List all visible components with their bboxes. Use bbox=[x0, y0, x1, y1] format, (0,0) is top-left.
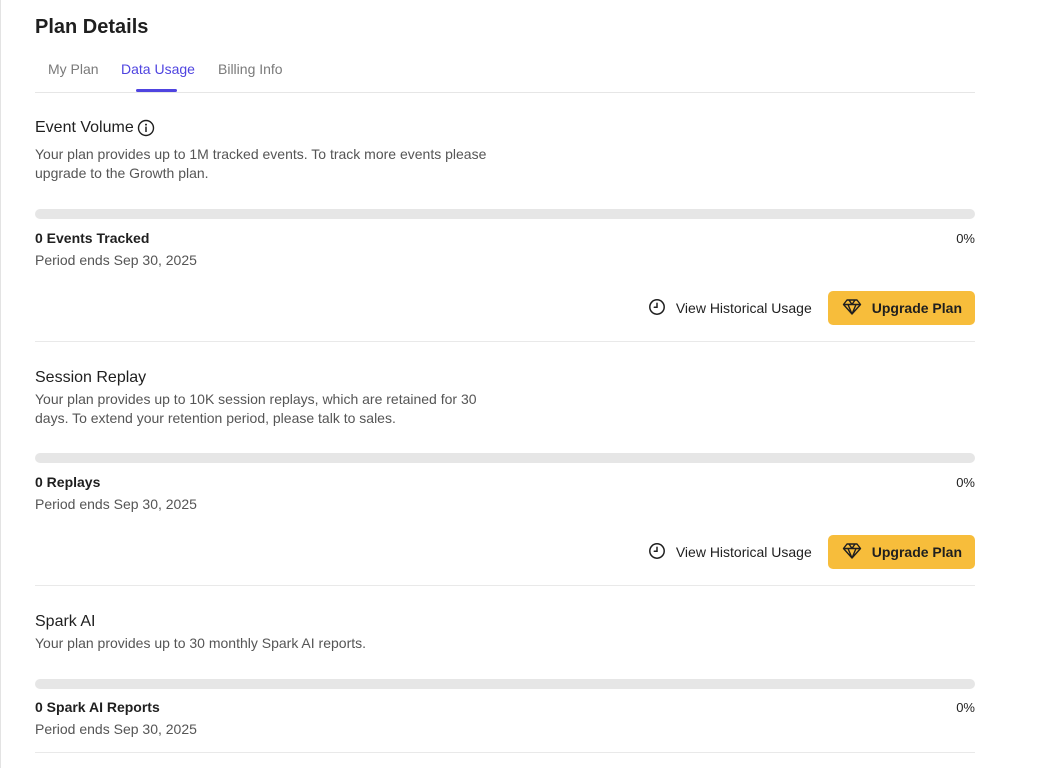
tab-billing-info[interactable]: Billing Info bbox=[218, 61, 283, 91]
session-replay-progress-bar bbox=[35, 453, 975, 463]
spark-ai-progress-bar bbox=[35, 679, 975, 689]
spark-ai-title-text: Spark AI bbox=[35, 613, 96, 630]
clock-icon bbox=[648, 542, 666, 563]
spark-ai-reports-count: 0 Spark AI Reports bbox=[35, 699, 160, 715]
session-replay-description: Your plan provides up to 10K session rep… bbox=[35, 391, 477, 426]
page-title: Plan Details bbox=[35, 16, 149, 38]
upgrade-plan-button[interactable]: Upgrade Plan bbox=[827, 535, 975, 569]
session-replay-title-text: Session Replay bbox=[35, 369, 147, 386]
session-replay-title: Session Replay bbox=[35, 369, 975, 387]
event-volume-progress-bar bbox=[35, 209, 975, 219]
event-volume-period: Period ends Sep 30, 2025 bbox=[35, 252, 197, 268]
replays-count: 0 Replays bbox=[35, 474, 101, 490]
event-volume-title-text: Event Volume bbox=[35, 119, 134, 136]
spark-ai-title: Spark AI bbox=[35, 613, 975, 631]
panel-left-border bbox=[0, 0, 1, 768]
spark-ai-description: Your plan provides up to 30 monthly Spar… bbox=[35, 635, 367, 651]
tab-data-usage[interactable]: Data Usage bbox=[121, 61, 195, 92]
tab-my-plan[interactable]: My Plan bbox=[48, 61, 99, 91]
session-replay-actions: View Historical Usage Upgrade Plan bbox=[648, 535, 975, 569]
diamond-icon bbox=[842, 542, 862, 563]
info-icon[interactable] bbox=[137, 119, 155, 137]
spark-ai-period: Period ends Sep 30, 2025 bbox=[35, 721, 197, 737]
tab-bar: My Plan Data Usage Billing Info bbox=[35, 61, 975, 93]
upgrade-plan-button[interactable]: Upgrade Plan bbox=[827, 291, 975, 325]
event-volume-section: Event Volume Your plan provides up to 1M… bbox=[35, 119, 975, 183]
upgrade-plan-label: Upgrade Plan bbox=[871, 300, 962, 316]
upgrade-plan-label: Upgrade Plan bbox=[871, 544, 962, 560]
section-divider bbox=[35, 752, 975, 753]
session-replay-period: Period ends Sep 30, 2025 bbox=[35, 496, 197, 512]
event-volume-description: Your plan provides up to 1M tracked even… bbox=[35, 146, 487, 181]
view-historical-usage-label: View Historical Usage bbox=[675, 300, 812, 316]
view-historical-usage-button[interactable]: View Historical Usage bbox=[648, 292, 812, 325]
plan-details-page: Plan Details My Plan Data Usage Billing … bbox=[35, 0, 975, 768]
event-volume-percent: 0% bbox=[956, 231, 975, 246]
view-historical-usage-button[interactable]: View Historical Usage bbox=[648, 536, 812, 569]
view-historical-usage-label: View Historical Usage bbox=[675, 544, 812, 560]
section-divider bbox=[35, 341, 975, 342]
session-replay-section: Session Replay Your plan provides up to … bbox=[35, 369, 975, 428]
event-volume-actions: View Historical Usage Upgrade Plan bbox=[648, 291, 975, 325]
section-divider bbox=[35, 585, 975, 586]
spark-ai-section: Spark AI Your plan provides up to 30 mon… bbox=[35, 613, 975, 653]
spark-ai-percent: 0% bbox=[956, 700, 975, 715]
diamond-icon bbox=[842, 298, 862, 319]
session-replay-percent: 0% bbox=[956, 475, 975, 490]
clock-icon bbox=[648, 298, 666, 319]
event-volume-title: Event Volume bbox=[35, 119, 975, 137]
events-tracked-count: 0 Events Tracked bbox=[35, 230, 150, 246]
